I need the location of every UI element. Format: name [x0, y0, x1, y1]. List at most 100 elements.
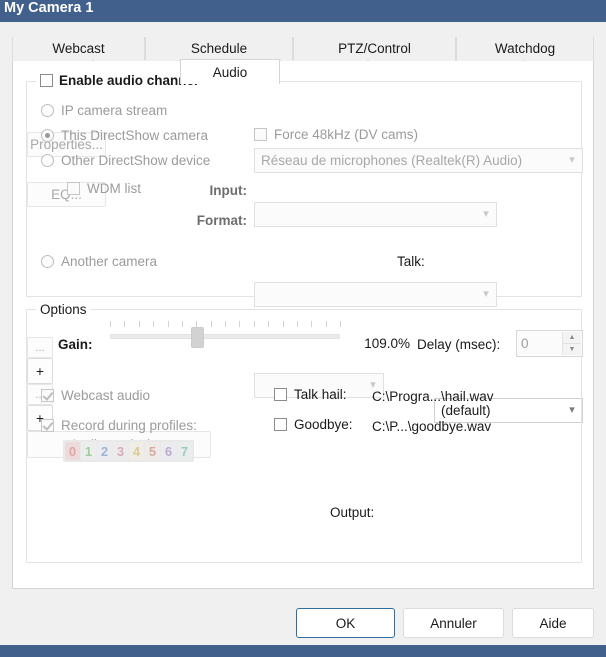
goodbye-checkbox[interactable]	[274, 418, 287, 431]
webcast-audio-checkbox[interactable]	[41, 389, 54, 402]
gain-slider-tick	[296, 321, 298, 327]
talk-hail-path: C:\Progra...\hail.wav	[372, 389, 494, 404]
profile-button-4[interactable]: 4	[129, 442, 144, 460]
directshow-device-value: Réseau de microphones (Realtek(R) Audio)	[261, 153, 523, 168]
goodbye-row[interactable]: Goodbye:	[274, 417, 353, 432]
help-button[interactable]: Aide	[512, 608, 594, 638]
format-label: Format:	[196, 213, 247, 228]
options-group-label: Options	[36, 302, 91, 317]
profile-button-2[interactable]: 2	[97, 442, 112, 460]
talk-hail-checkbox[interactable]	[274, 388, 287, 401]
profile-button-3[interactable]: 3	[113, 442, 128, 460]
audio-channel-group: Enable audio channel IP camera stream Th…	[26, 73, 583, 423]
talk-hail-row[interactable]: Talk hail:	[274, 387, 347, 402]
source-this-directshow-camera-row[interactable]: This DirectShow camera	[41, 128, 208, 143]
tab-ptz-control[interactable]: PTZ/Control	[293, 37, 456, 60]
wdm-list-checkbox[interactable]	[67, 182, 80, 195]
gain-slider-ticks	[110, 321, 341, 329]
gain-slider-tick	[282, 321, 284, 327]
source-other-directshow-device-row[interactable]: Other DirectShow device	[41, 153, 210, 168]
camera-settings-dialog: My Camera 1 Webcast Schedule PTZ/Control…	[0, 0, 606, 657]
webcast-audio-row[interactable]: Webcast audio	[41, 388, 150, 403]
source-ip-camera-stream-row[interactable]: IP camera stream	[41, 103, 167, 118]
chevron-down-icon: ▾	[483, 208, 489, 220]
gain-slider-tick	[110, 321, 111, 327]
source-this-directshow-camera-label: This DirectShow camera	[61, 128, 209, 143]
enable-audio-channel-checkbox[interactable]	[40, 74, 53, 87]
gain-slider-tick	[124, 321, 126, 327]
source-ip-camera-stream-radio[interactable]	[41, 104, 54, 117]
force-48khz-checkbox[interactable]	[254, 128, 267, 141]
ok-button[interactable]: OK	[296, 608, 395, 638]
window-titlebar: My Camera 1	[0, 0, 606, 22]
goodbye-label: Goodbye:	[294, 417, 353, 432]
delay-label: Delay (msec):	[417, 337, 501, 352]
tab-schedule[interactable]: Schedule	[145, 37, 293, 60]
enable-audio-channel-label: Enable audio channel	[59, 73, 198, 88]
source-another-camera-row[interactable]: Another camera	[41, 254, 157, 269]
profile-button-0[interactable]: 0	[65, 442, 80, 460]
source-other-directshow-device-radio[interactable]	[41, 154, 54, 167]
audio-settings-page: Enable audio channel IP camera stream Th…	[12, 61, 594, 657]
spin-down-icon[interactable]: ▼	[563, 344, 581, 355]
delay-value: 0	[521, 336, 529, 351]
source-other-directshow-device-label: Other DirectShow device	[61, 153, 211, 168]
profile-button-6[interactable]: 6	[161, 442, 176, 460]
wdm-list-label: WDM list	[87, 181, 141, 196]
window-title: My Camera 1	[4, 0, 94, 16]
gain-slider-thumb[interactable]	[191, 327, 205, 348]
gain-slider-track[interactable]	[110, 334, 340, 339]
gain-slider-tick	[181, 321, 183, 327]
gain-slider-tick	[210, 321, 212, 327]
profile-button-1[interactable]: 1	[81, 442, 96, 460]
spin-up-icon[interactable]: ▲	[563, 332, 581, 344]
enable-audio-channel-row[interactable]: Enable audio channel	[36, 73, 202, 88]
talk-hail-label: Talk hail:	[294, 387, 347, 402]
delay-input[interactable]: 0 ▲ ▼	[516, 330, 583, 357]
gain-slider-tick	[325, 321, 327, 327]
profile-selector[interactable]: 01234567	[63, 440, 194, 462]
input-label: Input:	[209, 183, 247, 198]
webcast-audio-label: Webcast audio	[61, 388, 151, 403]
source-ip-camera-stream-label: IP camera stream	[61, 103, 168, 118]
tab-watchdog[interactable]: Watchdog	[456, 37, 594, 60]
output-label: Output:	[330, 505, 375, 520]
gain-value: 109.0%	[364, 336, 410, 351]
force-48khz-label: Force 48kHz (DV cams)	[274, 127, 419, 142]
chevron-down-icon: ▾	[483, 288, 489, 300]
talk-label: Talk:	[397, 254, 425, 269]
gain-slider-tick	[253, 321, 255, 327]
source-another-camera-radio[interactable]	[41, 255, 54, 268]
gain-slider-tick	[153, 321, 155, 327]
tab-audio[interactable]: Audio	[180, 59, 280, 84]
window-status-strip	[0, 645, 606, 657]
gain-slider-tick	[311, 321, 313, 327]
gain-slider-tick	[239, 321, 241, 327]
delay-spinner[interactable]: ▲ ▼	[562, 332, 581, 355]
format-combo[interactable]: ▾	[254, 282, 497, 307]
chevron-down-icon: ▾	[569, 154, 575, 166]
record-during-profiles-row[interactable]: Record during profiles:	[41, 418, 197, 433]
source-this-directshow-camera-radio[interactable]	[41, 129, 54, 142]
directshow-device-combo[interactable]: Réseau de microphones (Realtek(R) Audio)…	[254, 148, 583, 173]
profile-button-5[interactable]: 5	[145, 442, 160, 460]
gain-slider-tick	[225, 321, 226, 327]
gain-slider-tick	[138, 321, 140, 327]
gain-label: Gain:	[58, 337, 93, 352]
tab-row-secondary: Webcast Schedule PTZ/Control Watchdog	[12, 37, 594, 60]
options-group: Options Gain: 109.0% Delay (msec): 0 ▲ ▼	[26, 302, 583, 657]
talk-hail-add-button[interactable]: +	[27, 358, 53, 384]
gain-slider[interactable]	[110, 321, 341, 349]
input-combo[interactable]: ▾	[254, 202, 497, 227]
goodbye-path: C:\P...\goodbye.wav	[372, 419, 492, 434]
record-during-profiles-label: Record during profiles:	[61, 418, 197, 433]
talk-hail-browse-button[interactable]: ...	[27, 337, 53, 358]
force-48khz-row[interactable]: Force 48kHz (DV cams)	[254, 127, 418, 142]
record-during-profiles-checkbox[interactable]	[41, 419, 54, 432]
cancel-button[interactable]: Annuler	[403, 608, 504, 638]
wdm-list-row[interactable]: WDM list	[67, 181, 141, 196]
tab-webcast[interactable]: Webcast	[12, 37, 145, 60]
gain-slider-tick	[340, 321, 341, 327]
gain-slider-tick	[167, 321, 169, 327]
profile-button-7[interactable]: 7	[177, 442, 192, 460]
